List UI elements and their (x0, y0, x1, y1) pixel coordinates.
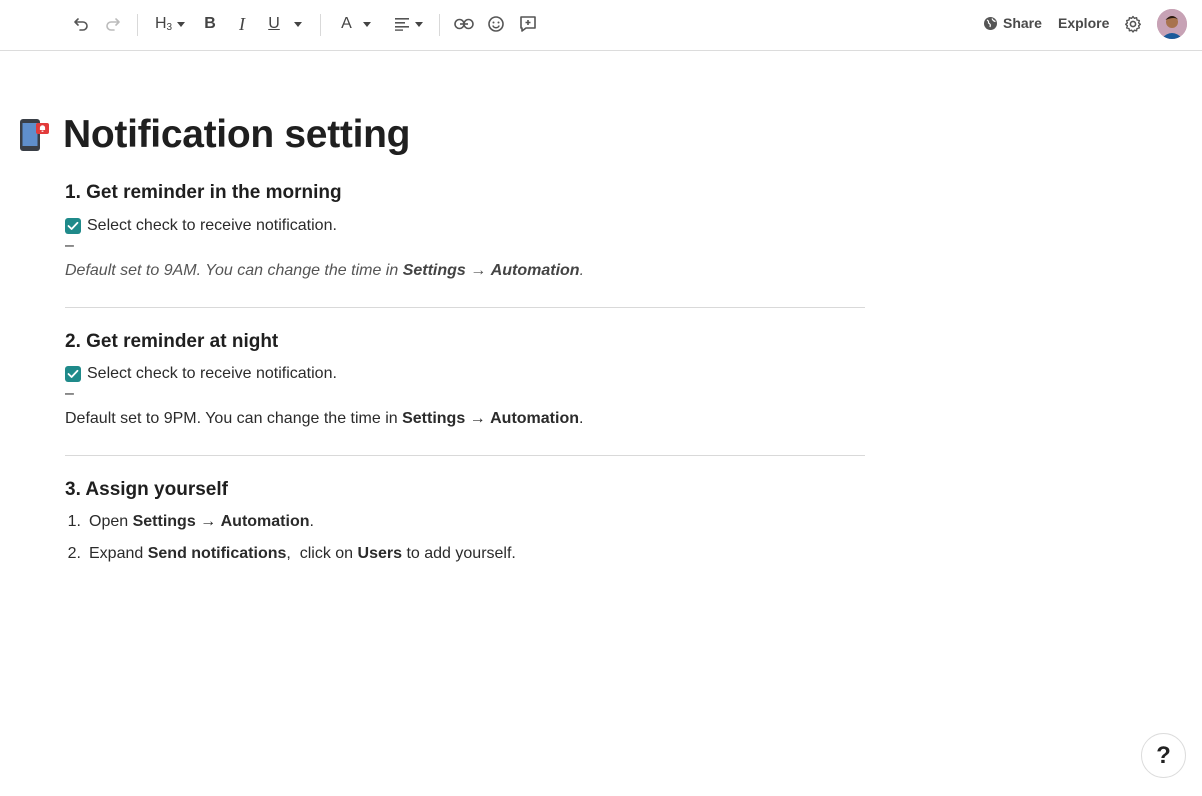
checkbox-row[interactable]: Select check to receive notification. (65, 217, 865, 235)
explore-label: Explore (1058, 15, 1110, 31)
step-text: to add yourself. (402, 545, 516, 562)
explore-button[interactable]: Explore (1058, 15, 1109, 31)
check-icon (67, 221, 79, 230)
toolbar-divider (320, 14, 321, 36)
list-number: 2. (67, 545, 81, 562)
undo-icon[interactable] (71, 12, 91, 36)
align-left-icon (394, 17, 410, 31)
insert-icon[interactable] (518, 12, 538, 36)
step-text: , click on (286, 545, 358, 562)
step-bold: Send notifications (147, 545, 287, 562)
section-heading: 1. Get reminder in the morning (65, 182, 342, 203)
step-bold: Users (357, 545, 403, 562)
share-button[interactable]: Share (983, 15, 1042, 31)
avatar[interactable] (1157, 9, 1187, 39)
note-prefix: Default set to 9PM. You can change the t… (65, 410, 403, 427)
list-text: Open Settings → Automation. (89, 513, 314, 531)
divider (65, 455, 865, 456)
heading-dropdown[interactable]: H3 (152, 12, 188, 36)
font-color-label: A (341, 15, 352, 32)
note-automation: Automation (490, 410, 579, 427)
gear-icon[interactable] (1123, 12, 1143, 36)
heading-level: 3 (166, 21, 173, 33)
checkbox-row[interactable]: Select check to receive notification. (65, 365, 865, 383)
page-title: Notification setting (63, 113, 411, 156)
list-item: 2. Expand Send notifications, click on U… (57, 538, 865, 570)
note-automation: Automation (490, 262, 580, 279)
step-text: → (195, 513, 221, 530)
help-label: ? (1156, 741, 1171, 769)
text-style-dropdown[interactable] (291, 12, 305, 36)
bold-label: B (204, 15, 216, 32)
divider (65, 307, 865, 308)
checkbox-label: Select check to receive notification. (87, 217, 337, 234)
chevron-down-icon (414, 21, 423, 27)
note-settings: Settings (402, 262, 466, 279)
section-assign: 3. Assign yourself 1. Open Settings → Au… (65, 479, 865, 570)
note-suffix: . (579, 262, 585, 279)
ordered-list: 1. Open Settings → Automation. 2. Expand… (57, 506, 865, 570)
step-text: Open (89, 513, 133, 530)
step-text: . (309, 513, 314, 530)
section-night: 2. Get reminder at night Select check to… (65, 331, 865, 428)
checkbox[interactable] (65, 218, 81, 234)
share-label: Share (1003, 15, 1042, 31)
step-text: Expand (89, 545, 148, 562)
step-bold: Automation (220, 513, 310, 530)
note-settings: Settings (402, 410, 466, 427)
toolbar-divider (439, 14, 440, 36)
redo-icon[interactable] (103, 12, 123, 36)
chevron-down-icon (362, 21, 371, 27)
underline-button[interactable]: U (265, 12, 283, 36)
help-button[interactable]: ? (1141, 733, 1186, 778)
check-icon (67, 369, 79, 378)
step-bold: Settings (132, 513, 196, 530)
note-arrow: → (465, 262, 491, 279)
heading-label: H (154, 15, 167, 32)
link-icon[interactable] (453, 12, 475, 36)
bold-button[interactable]: B (201, 12, 219, 36)
italic-button[interactable]: I (233, 12, 251, 36)
section-heading: 3. Assign yourself (65, 479, 228, 500)
italic-label: I (239, 13, 245, 34)
note-text: Default set to 9AM. You can change the t… (65, 262, 865, 280)
list-text: Expand Send notifications, click on User… (89, 545, 516, 563)
dash-separator: – (65, 237, 74, 254)
note-suffix: . (579, 410, 584, 427)
globe-icon (983, 16, 998, 31)
mobile-notification-icon (18, 117, 50, 153)
note-prefix: Default set to 9AM. You can change the t… (65, 262, 403, 279)
list-item: 1. Open Settings → Automation. (57, 506, 865, 538)
list-number: 1. (67, 513, 81, 530)
dash-separator: – (65, 385, 74, 402)
section-heading: 2. Get reminder at night (65, 331, 279, 352)
underline-label: U (268, 15, 280, 32)
chevron-down-icon (294, 21, 302, 27)
checkbox-label: Select check to receive notification. (87, 365, 337, 382)
font-color-dropdown[interactable]: A (336, 12, 376, 36)
note-text: Default set to 9PM. You can change the t… (65, 410, 865, 428)
emoji-icon[interactable] (486, 12, 506, 36)
checkbox[interactable] (65, 366, 81, 382)
section-morning: 1. Get reminder in the morning Select ch… (65, 182, 865, 280)
chevron-down-icon (177, 21, 186, 27)
toolbar-divider (137, 14, 138, 36)
editor-toolbar: H3 B I U A Share Explore (0, 0, 1202, 51)
note-arrow: → (465, 410, 491, 427)
align-dropdown[interactable] (390, 12, 426, 36)
